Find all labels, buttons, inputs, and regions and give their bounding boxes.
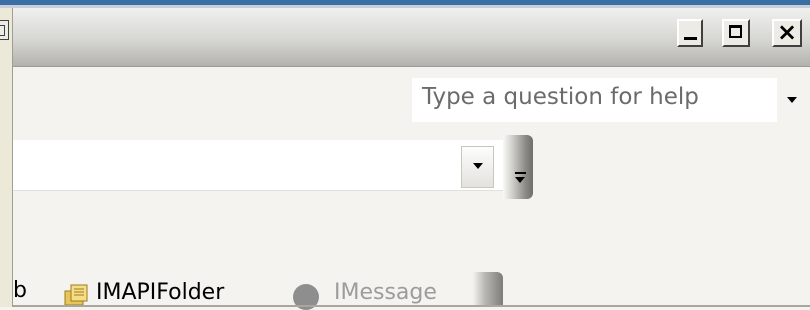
help-dropdown-button[interactable] [777, 78, 810, 122]
minimize-button[interactable] [677, 19, 703, 47]
toolbar-end-handle[interactable] [473, 272, 503, 307]
left-pane-edge [0, 8, 13, 307]
imessage-item[interactable]: IMessage [334, 280, 437, 305]
minimize-icon [684, 37, 697, 40]
close-button[interactable]: × [772, 18, 802, 47]
left-arrow-box-icon [0, 25, 5, 36]
close-icon: × [776, 18, 798, 46]
help-question-box[interactable]: Type a question for help [412, 78, 777, 122]
address-combo-box[interactable] [13, 140, 503, 191]
dropdown-arrow-icon [473, 163, 483, 169]
left-pane-button[interactable] [0, 20, 9, 40]
maximize-button[interactable] [722, 19, 750, 47]
combo-dropdown-button[interactable] [461, 146, 494, 188]
toolbar-item-partial[interactable]: b [13, 278, 27, 303]
maximize-icon [729, 25, 742, 38]
toolbar-options-handle[interactable] [503, 135, 533, 199]
imapi-folder-item[interactable]: IMAPIFolder [96, 280, 224, 305]
help-question-placeholder: Type a question for help [422, 84, 699, 110]
folder-icon [64, 284, 88, 306]
toolbar-options-arrow-icon [515, 177, 525, 183]
dropdown-arrow-icon [787, 97, 797, 103]
toolbar-options-line [515, 172, 526, 174]
